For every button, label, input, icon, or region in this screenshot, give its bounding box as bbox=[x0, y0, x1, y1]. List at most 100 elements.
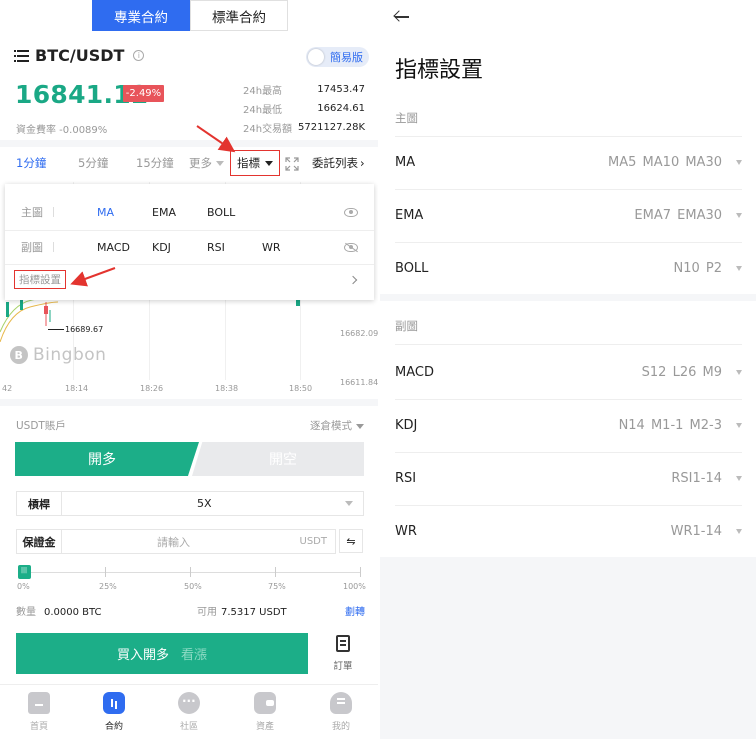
account-row: USDT賬戶 逐倉模式 bbox=[16, 418, 364, 433]
watermark-logo: B Bingbon bbox=[10, 345, 106, 365]
slider-label: 100% bbox=[343, 582, 366, 591]
caret-down-icon bbox=[345, 501, 353, 506]
row-value: N10 P2 bbox=[673, 261, 722, 276]
x-axis-label: 18:26 bbox=[140, 384, 164, 393]
caret-down-icon bbox=[736, 423, 742, 428]
slider-label: 75% bbox=[268, 582, 286, 591]
x-axis-label: 42 bbox=[2, 384, 13, 393]
bingbon-logo-icon: B bbox=[10, 346, 28, 364]
setting-row-ema[interactable]: EMA EMA7 EMA30 bbox=[395, 189, 742, 242]
margin-label: 保證金 bbox=[17, 530, 62, 553]
wallet-icon bbox=[254, 692, 276, 714]
profile-icon bbox=[330, 692, 352, 714]
margin-input-field: 保證金 請輸入 USDT bbox=[16, 529, 336, 554]
tab-profile[interactable]: 我的 bbox=[316, 692, 366, 732]
margin-mode-dropdown[interactable]: 逐倉模式 bbox=[310, 418, 364, 433]
tab-community[interactable]: 社區 bbox=[164, 692, 214, 732]
trading-screen: 專業合約 標準合約 BTC/USDT i 簡易版 16841.12 -2.49%… bbox=[0, 0, 378, 739]
row-name: BOLL bbox=[395, 261, 429, 276]
slider-tick bbox=[360, 567, 361, 577]
row-name: MACD bbox=[395, 365, 434, 380]
open-short-tab[interactable]: 開空 bbox=[192, 442, 364, 476]
setting-row-boll[interactable]: BOLL N10 P2 bbox=[395, 242, 742, 295]
leverage-value: 5X bbox=[197, 497, 212, 510]
divider bbox=[395, 344, 742, 345]
quantity-label: 數量 bbox=[16, 607, 36, 618]
row-name: MA bbox=[395, 155, 416, 170]
caret-down-icon bbox=[736, 476, 742, 481]
tab-label: 資產 bbox=[255, 722, 274, 732]
leverage-label: 槓桿 bbox=[17, 492, 62, 515]
setting-row-ma[interactable]: MA MA5 MA10 MA30 bbox=[395, 136, 742, 189]
setting-row-macd[interactable]: MACD S12 L26 M9 bbox=[395, 346, 742, 399]
page-title: 指標設置 bbox=[395, 58, 484, 83]
swap-icon[interactable]: ⇋ bbox=[339, 529, 363, 553]
row-value: MA5 MA10 MA30 bbox=[608, 155, 722, 170]
quantity-row: 數量 0.0000 BTC 可用 7.5317 USDT 劃轉 bbox=[16, 603, 365, 618]
available-value: 7.5317 USDT bbox=[221, 607, 287, 618]
account-label: USDT賬戶 bbox=[16, 420, 66, 432]
row-value: RSI1-14 bbox=[671, 471, 722, 486]
slider-handle[interactable] bbox=[18, 565, 31, 579]
orders-button[interactable]: 訂單 bbox=[331, 635, 355, 672]
tab-label: 首頁 bbox=[29, 722, 48, 732]
low-marker-line bbox=[48, 329, 64, 330]
tab-home[interactable]: 首頁 bbox=[14, 692, 64, 732]
margin-unit: USDT bbox=[299, 536, 327, 547]
open-long-tab[interactable]: 開多 bbox=[15, 442, 199, 476]
slider-label: 0% bbox=[17, 582, 30, 591]
row-value: N14 M1-1 M2-3 bbox=[618, 418, 722, 433]
row-value: WR1-14 bbox=[670, 524, 722, 539]
quantity-value: 0.0000 BTC bbox=[44, 607, 102, 618]
caret-down-icon bbox=[736, 370, 742, 375]
row-name: EMA bbox=[395, 208, 424, 223]
margin-input[interactable]: 請輸入 bbox=[157, 534, 190, 550]
tab-assets[interactable]: 資產 bbox=[240, 692, 290, 732]
available-balance: 可用 7.5317 USDT bbox=[197, 603, 287, 618]
buy-label: 買入開多 bbox=[116, 648, 169, 663]
main-section-label: 主圖 bbox=[395, 111, 418, 125]
setting-row-wr[interactable]: WR WR1-14 bbox=[395, 505, 742, 558]
setting-row-rsi[interactable]: RSI RSI1-14 bbox=[395, 452, 742, 505]
buy-sublabel: 看漲 bbox=[181, 648, 208, 663]
caret-down-icon bbox=[736, 529, 742, 534]
back-arrow-icon[interactable] bbox=[394, 11, 410, 23]
row-value: EMA7 EMA30 bbox=[634, 208, 722, 223]
slider-tick bbox=[105, 567, 106, 577]
annotation-arrows bbox=[70, 125, 236, 287]
slider-label: 25% bbox=[99, 582, 117, 591]
main-section-card: 指標設置 主圖 MA MA5 MA10 MA30 EMA EMA7 EMA30 … bbox=[380, 0, 756, 294]
leverage-select[interactable]: 槓桿 5X bbox=[16, 491, 364, 516]
side-tabs: 開多 開空 bbox=[15, 442, 364, 476]
y-axis-label: 16611.84 bbox=[340, 378, 378, 387]
community-icon bbox=[178, 692, 200, 714]
bottom-tab-bar: 首頁 合約 社區 資產 我的 bbox=[0, 684, 378, 739]
low-price-marker: 16689.67 bbox=[65, 325, 104, 334]
indicator-settings-screen: 指標設置 主圖 MA MA5 MA10 MA30 EMA EMA7 EMA30 … bbox=[380, 0, 756, 739]
home-icon bbox=[28, 692, 50, 714]
caret-down-icon bbox=[736, 213, 742, 218]
y-axis-label: 16682.09 bbox=[340, 329, 378, 338]
row-value: S12 L26 M9 bbox=[641, 365, 722, 380]
tab-label: 社區 bbox=[179, 722, 198, 732]
buy-long-button[interactable]: 買入開多 看漲 bbox=[16, 633, 308, 674]
sub-section-label: 副圖 bbox=[395, 319, 418, 333]
row-name: WR bbox=[395, 524, 417, 539]
tab-label: 合約 bbox=[104, 722, 123, 732]
watermark-text: Bingbon bbox=[33, 345, 107, 365]
slider-tick bbox=[275, 567, 276, 577]
slider-label: 50% bbox=[184, 582, 202, 591]
tab-contract[interactable]: 合約 bbox=[89, 692, 139, 732]
section-divider bbox=[0, 399, 378, 406]
transfer-link[interactable]: 劃轉 bbox=[345, 603, 365, 618]
caret-down-icon bbox=[736, 160, 742, 165]
clipboard-icon bbox=[336, 635, 350, 652]
x-axis-label: 18:50 bbox=[289, 384, 313, 393]
setting-row-kdj[interactable]: KDJ N14 M1-1 M2-3 bbox=[395, 399, 742, 452]
x-axis-label: 18:14 bbox=[65, 384, 89, 393]
caret-down-icon bbox=[736, 266, 742, 271]
x-axis-label: 18:38 bbox=[215, 384, 239, 393]
available-label: 可用 bbox=[197, 607, 217, 618]
row-name: KDJ bbox=[395, 418, 418, 433]
contract-icon bbox=[103, 692, 125, 714]
